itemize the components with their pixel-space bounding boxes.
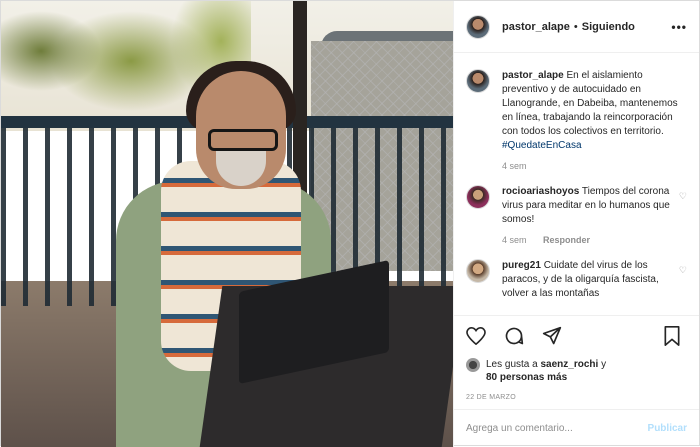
avatar[interactable] xyxy=(466,14,490,39)
action-bar: Les gusta a saenz_rochi y 80 personas má… xyxy=(454,315,699,409)
caption-text-block: pastor_alape En el aislamiento preventiv… xyxy=(502,69,687,153)
caption-username[interactable]: pastor_alape xyxy=(502,70,564,81)
comment-icon[interactable] xyxy=(504,326,528,349)
header-separator: • xyxy=(573,20,578,33)
photo-glasses xyxy=(208,129,278,151)
comment-like-heart-icon[interactable]: ♡ xyxy=(679,191,687,202)
post-header: pastor_alape • Siguiendo ••• xyxy=(454,1,699,53)
likes-conj: y xyxy=(601,359,607,370)
following-button[interactable]: Siguiendo xyxy=(582,21,635,33)
comment-username[interactable]: rocioariashoyos xyxy=(502,186,579,197)
more-dots-icon[interactable]: ••• xyxy=(671,20,687,34)
caption-row: pastor_alape En el aislamiento preventiv… xyxy=(466,69,687,171)
post-photo[interactable] xyxy=(1,1,453,447)
likes-user[interactable]: saenz_rochi xyxy=(541,359,599,370)
post-side-panel: pastor_alape • Siguiendo ••• pastor_alap… xyxy=(453,1,699,447)
likes-prefix: Les gusta a xyxy=(486,359,538,370)
comment-row: pureg21 Cuidate del virus de los paracos… xyxy=(466,259,687,301)
post-date[interactable]: 22 DE MARZO xyxy=(466,394,687,401)
comment-like-heart-icon[interactable]: ♡ xyxy=(679,265,687,276)
caption-hashtag[interactable]: #QuedateEnCasa xyxy=(502,140,582,151)
likes-others[interactable]: 80 personas más xyxy=(486,372,567,383)
comment-input[interactable]: Agrega un comentario... xyxy=(466,423,573,434)
likes-summary: Les gusta a saenz_rochi y 80 personas má… xyxy=(466,358,687,384)
caption-time[interactable]: 4 sem xyxy=(502,161,687,171)
add-comment-bar: Agrega un comentario... Publicar xyxy=(454,409,699,447)
comment-text-block: rocioariashoyos Tiempos del corona virus… xyxy=(502,185,687,227)
avatar[interactable] xyxy=(466,69,490,93)
comment-meta: 4 sem Responder xyxy=(502,235,687,245)
action-icons xyxy=(466,324,687,350)
bookmark-icon[interactable] xyxy=(663,325,687,349)
likes-text: Les gusta a saenz_rochi y 80 personas má… xyxy=(486,358,606,384)
header-username[interactable]: pastor_alape xyxy=(502,21,570,33)
comment-username[interactable]: pureg21 xyxy=(502,260,541,271)
heart-icon[interactable] xyxy=(466,326,490,348)
publish-button[interactable]: Publicar xyxy=(648,423,687,434)
avatar[interactable] xyxy=(466,185,490,209)
share-icon[interactable] xyxy=(542,326,566,349)
comment-text-block: pureg21 Cuidate del virus de los paracos… xyxy=(502,259,687,301)
instagram-post: pastor_alape • Siguiendo ••• pastor_alap… xyxy=(0,0,700,447)
liker-avatar[interactable] xyxy=(466,358,480,372)
reply-button[interactable]: Responder xyxy=(543,235,590,245)
comment-row: rocioariashoyos Tiempos del corona virus… xyxy=(466,185,687,245)
avatar[interactable] xyxy=(466,259,490,283)
comment-time[interactable]: 4 sem xyxy=(502,235,527,245)
comments-list[interactable]: pastor_alape En el aislamiento preventiv… xyxy=(454,53,699,315)
